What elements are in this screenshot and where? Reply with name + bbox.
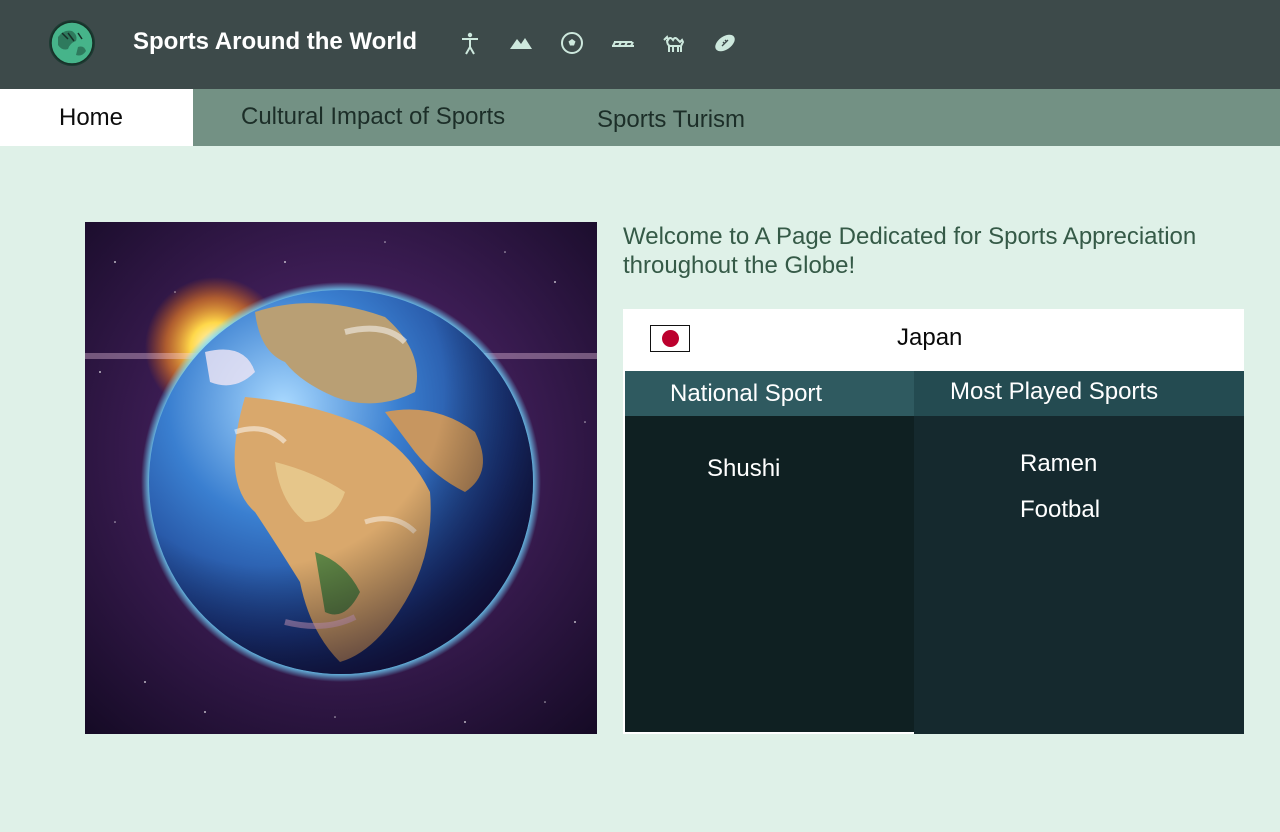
most-played-column: Most Played Sports Ramen Footbal [914, 371, 1244, 734]
tab-home-label: Home [59, 104, 124, 131]
tab-sports-turism[interactable]: Sports Turism [568, 89, 798, 146]
mountain-icon[interactable] [509, 30, 533, 56]
globe-logo-icon[interactable] [48, 19, 96, 67]
national-sport-header: National Sport [625, 371, 914, 416]
list-item: Ramen [1020, 450, 1098, 477]
camel-icon[interactable] [662, 30, 686, 56]
site-title: Sports Around the World [133, 28, 417, 55]
earth-globe-image [85, 222, 597, 734]
tab-cultural-impact[interactable]: Cultural Impact of Sports [193, 89, 568, 146]
national-sport-column: National Sport Shushi [623, 371, 914, 734]
country-name: Japan [897, 324, 963, 351]
tab-home[interactable]: Home [0, 89, 193, 146]
main-nav: Home Cultural Impact of Sports Sports Tu… [0, 89, 1280, 146]
running-track-icon[interactable] [611, 30, 635, 56]
list-item: Footbal [1020, 496, 1101, 523]
top-bar: Sports Around the World [0, 0, 1280, 89]
welcome-heading: Welcome to A Page Dedicated for Sports A… [623, 223, 1197, 279]
tab-cultural-impact-label: Cultural Impact of Sports [241, 103, 506, 130]
football-icon[interactable] [713, 30, 737, 56]
gymnastics-icon[interactable] [458, 30, 482, 56]
country-header: Japan [623, 309, 1244, 371]
most-played-header: Most Played Sports [914, 371, 1244, 416]
japan-flag-icon [650, 325, 690, 352]
soccer-ball-icon[interactable] [560, 30, 584, 56]
tab-sports-turism-label: Sports Turism [597, 106, 746, 133]
national-sport-value: Shushi [707, 455, 781, 482]
